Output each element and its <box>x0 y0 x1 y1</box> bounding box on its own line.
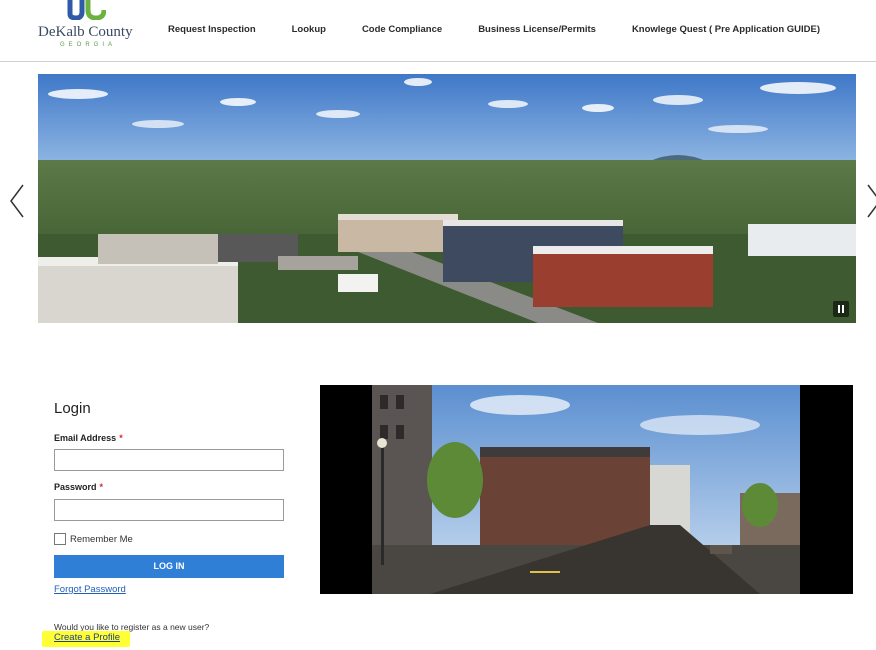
carousel-next-icon[interactable] <box>866 184 876 218</box>
aerial-city-image <box>38 74 856 323</box>
development-rendering-image <box>320 385 853 594</box>
logo-name: DeKalb County <box>38 24 133 40</box>
logo-state: GEORGIA <box>60 42 117 48</box>
forgot-password-link[interactable]: Forgot Password <box>54 584 126 595</box>
nav-business-license-permits[interactable]: Business License/Permits <box>478 24 596 35</box>
remember-me-checkbox[interactable] <box>54 533 66 545</box>
email-label: Email Address * <box>54 433 123 443</box>
street-rendering-image <box>372 385 800 594</box>
create-profile-link[interactable]: Create a Profile <box>42 631 131 647</box>
carousel-pause-icon[interactable] <box>833 301 849 317</box>
login-button[interactable]: LOG IN <box>54 555 284 578</box>
hero-carousel-slide <box>38 74 856 323</box>
nav-code-compliance[interactable]: Code Compliance <box>362 24 442 35</box>
remember-me: Remember Me <box>54 533 133 545</box>
nav-request-inspection[interactable]: Request Inspection <box>168 24 256 35</box>
password-required-marker: * <box>99 482 104 492</box>
carousel-prev-icon[interactable] <box>9 184 25 218</box>
email-label-text: Email Address <box>54 433 117 443</box>
logo-mark-icon <box>67 0 106 20</box>
password-label: Password * <box>54 482 103 492</box>
login-title: Login <box>54 400 91 417</box>
remember-me-label: Remember Me <box>70 533 133 545</box>
password-label-text: Password <box>54 482 97 492</box>
page: DeKalb County GEORGIA Request Inspection… <box>0 0 876 650</box>
password-field[interactable] <box>54 499 284 521</box>
email-required-marker: * <box>119 433 123 443</box>
main-nav: Request Inspection Lookup Code Complianc… <box>168 24 820 35</box>
nav-knowlege-quest[interactable]: Knowlege Quest ( Pre Application GUIDE) <box>632 24 820 35</box>
nav-lookup[interactable]: Lookup <box>292 24 326 35</box>
email-field[interactable] <box>54 449 284 471</box>
site-header: DeKalb County GEORGIA Request Inspection… <box>0 0 876 62</box>
dekalb-county-logo[interactable]: DeKalb County GEORGIA <box>38 0 138 56</box>
